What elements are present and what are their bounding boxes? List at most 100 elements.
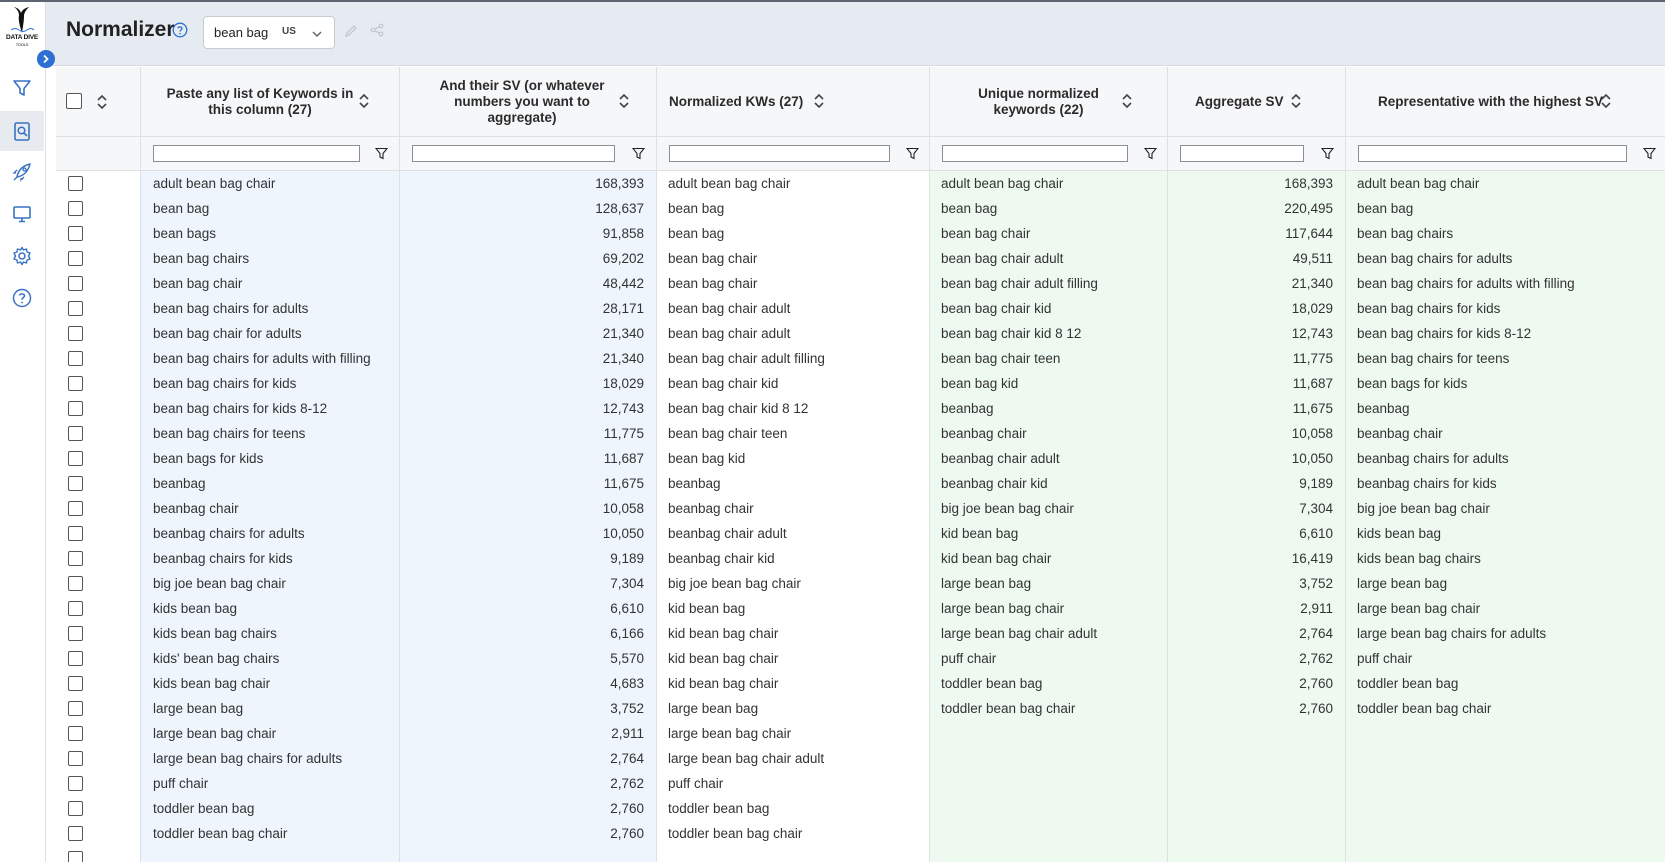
representative-keyword-cell[interactable]: bean bag chairs for adults [1357, 246, 1665, 271]
filter-icon[interactable] [1321, 147, 1334, 160]
aggregate-sv-cell[interactable]: 49,511 [1168, 246, 1333, 271]
representative-keyword-cell[interactable]: bean bags for kids [1357, 371, 1665, 396]
normalized-keyword-cell[interactable]: kid bean bag chair [668, 646, 929, 671]
row-checkbox[interactable] [68, 726, 83, 741]
aggregate-sv-cell[interactable]: 168,393 [1168, 171, 1333, 196]
aggregate-sv-cell[interactable]: 9,189 [1168, 471, 1333, 496]
keyword-cell[interactable]: bean bag chairs [153, 246, 399, 271]
edit-icon[interactable] [344, 24, 358, 38]
logo[interactable]: DATA DIVE TOOLS [0, 6, 44, 54]
normalized-keyword-cell[interactable]: bean bag chair adult filling [668, 346, 929, 371]
aggregate-sv-cell[interactable]: 16,419 [1168, 546, 1333, 571]
keyword-cell[interactable]: toddler bean bag [153, 796, 399, 821]
row-checkbox[interactable] [68, 326, 83, 341]
unique-keyword-cell[interactable]: beanbag [941, 396, 1167, 421]
sv-cell[interactable]: 2,760 [400, 821, 644, 846]
row-checkbox[interactable] [68, 801, 83, 816]
normalized-keyword-cell[interactable]: toddler bean bag [668, 796, 929, 821]
aggregate-sv-cell[interactable]: 12,743 [1168, 321, 1333, 346]
keyword-cell[interactable]: bean bag chairs for adults [153, 296, 399, 321]
representative-keyword-cell[interactable]: adult bean bag chair [1357, 171, 1665, 196]
representative-keyword-cell[interactable]: beanbag [1357, 396, 1665, 421]
unique-filter-input[interactable] [942, 145, 1128, 162]
row-checkbox[interactable] [68, 551, 83, 566]
aggregate-sv-cell[interactable]: 10,058 [1168, 421, 1333, 446]
normalized-keyword-cell[interactable]: bean bag chair kid 8 12 [668, 396, 929, 421]
filter-icon[interactable] [1144, 147, 1157, 160]
sv-cell[interactable]: 4,683 [400, 671, 644, 696]
sv-cell[interactable]: 2,760 [400, 796, 644, 821]
sv-cell[interactable]: 48,442 [400, 271, 644, 296]
unique-keyword-cell[interactable]: beanbag chair adult [941, 446, 1167, 471]
sv-cell[interactable]: 7,304 [400, 571, 644, 596]
aggregate-sv-cell[interactable]: 18,029 [1168, 296, 1333, 321]
keyword-cell[interactable]: puff chair [153, 771, 399, 796]
representative-keyword-cell[interactable]: bean bag chairs for kids [1357, 296, 1665, 321]
keyword-cell[interactable]: bean bag chair [153, 271, 399, 296]
col-aggregate-header[interactable]: Aggregate SV [1168, 67, 1345, 137]
unique-keyword-cell[interactable]: large bean bag [941, 571, 1167, 596]
keyword-cell[interactable]: bean bag [153, 196, 399, 221]
unique-keyword-cell[interactable]: adult bean bag chair [941, 171, 1167, 196]
sv-cell[interactable]: 10,058 [400, 496, 644, 521]
row-checkbox[interactable] [68, 476, 83, 491]
sidebar-item-filter[interactable] [0, 68, 44, 108]
keyword-search-select[interactable]: bean bag US [203, 16, 335, 49]
sv-cell[interactable]: 2,911 [400, 721, 644, 746]
representative-keyword-cell[interactable]: bean bag [1357, 196, 1665, 221]
normalized-keyword-cell[interactable]: adult bean bag chair [668, 171, 929, 196]
unique-keyword-cell[interactable]: bean bag [941, 196, 1167, 221]
normalized-keyword-cell[interactable]: large bean bag chair adult [668, 746, 929, 771]
aggregate-filter-input[interactable] [1180, 145, 1304, 162]
normalized-keyword-cell[interactable]: bean bag chair [668, 246, 929, 271]
unique-keyword-cell[interactable]: bean bag chair teen [941, 346, 1167, 371]
keyword-cell[interactable]: bean bags [153, 221, 399, 246]
normalized-keyword-cell[interactable]: puff chair [668, 771, 929, 796]
filter-icon[interactable] [1643, 147, 1656, 160]
aggregate-sv-cell[interactable]: 6,610 [1168, 521, 1333, 546]
sv-cell[interactable]: 12,743 [400, 396, 644, 421]
representative-keyword-cell[interactable]: bean bag chairs for kids 8-12 [1357, 321, 1665, 346]
col-unique-header[interactable]: Unique normalized keywords (22) [930, 67, 1167, 137]
row-checkbox[interactable] [68, 701, 83, 716]
row-checkbox[interactable] [68, 501, 83, 516]
row-checkbox[interactable] [68, 251, 83, 266]
keyword-cell[interactable]: bean bag chairs for teens [153, 421, 399, 446]
unique-keyword-cell[interactable]: large bean bag chair [941, 596, 1167, 621]
unique-keyword-cell[interactable]: beanbag chair kid [941, 471, 1167, 496]
row-checkbox[interactable] [68, 426, 83, 441]
keyword-cell[interactable]: bean bags for kids [153, 446, 399, 471]
keyword-cell[interactable]: big joe bean bag chair [153, 571, 399, 596]
sort-icon[interactable] [1121, 93, 1133, 109]
unique-keyword-cell[interactable]: bean bag chair kid [941, 296, 1167, 321]
aggregate-sv-cell[interactable]: 7,304 [1168, 496, 1333, 521]
col-keywords-header[interactable]: Paste any list of Keywords in this colum… [141, 67, 399, 137]
sv-cell[interactable]: 2,762 [400, 771, 644, 796]
sv-cell[interactable]: 91,858 [400, 221, 644, 246]
aggregate-sv-cell[interactable]: 3,752 [1168, 571, 1333, 596]
representative-keyword-cell[interactable]: puff chair [1357, 646, 1665, 671]
normalized-keyword-cell[interactable]: large bean bag chair [668, 721, 929, 746]
normalized-keyword-cell[interactable]: kid bean bag [668, 596, 929, 621]
normalized-keyword-cell[interactable]: big joe bean bag chair [668, 571, 929, 596]
keyword-cell[interactable]: bean bag chairs for adults with filling [153, 346, 399, 371]
unique-keyword-cell[interactable]: bean bag chair adult [941, 246, 1167, 271]
row-checkbox[interactable] [68, 226, 83, 241]
keyword-cell[interactable]: bean bag chair for adults [153, 321, 399, 346]
sv-cell[interactable]: 11,775 [400, 421, 644, 446]
keyword-cell[interactable]: beanbag [153, 471, 399, 496]
col-normalized-header[interactable]: Normalized KWs (27) [657, 67, 929, 137]
keyword-cell[interactable]: beanbag chair [153, 496, 399, 521]
row-checkbox[interactable] [68, 851, 83, 862]
aggregate-sv-cell[interactable]: 21,340 [1168, 271, 1333, 296]
sidebar-item-normalizer[interactable] [0, 111, 44, 151]
sv-cell[interactable]: 128,637 [400, 196, 644, 221]
sort-icon[interactable] [1290, 93, 1302, 109]
sv-cell[interactable]: 2,764 [400, 746, 644, 771]
sidebar-item-settings[interactable] [0, 236, 44, 276]
sort-icon[interactable] [1600, 93, 1612, 109]
normalized-keyword-cell[interactable]: kid bean bag chair [668, 621, 929, 646]
unique-keyword-cell[interactable]: bean bag chair kid 8 12 [941, 321, 1167, 346]
keyword-cell[interactable]: toddler bean bag chair [153, 821, 399, 846]
row-checkbox[interactable] [68, 201, 83, 216]
